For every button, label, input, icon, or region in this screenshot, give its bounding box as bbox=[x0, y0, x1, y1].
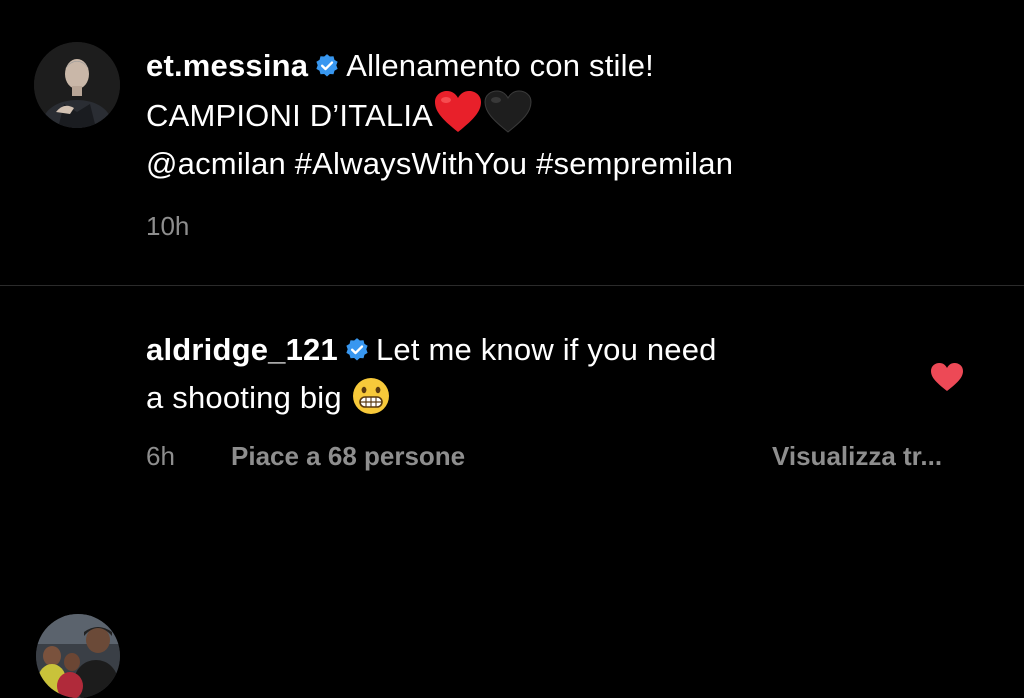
post-caption-line2: CAMPIONI D’ITALIA bbox=[146, 98, 434, 133]
verified-badge-icon bbox=[346, 338, 368, 361]
verified-badge-icon bbox=[316, 54, 338, 77]
avatar-portrait-image bbox=[34, 42, 120, 128]
avatar-aldridge-121[interactable] bbox=[36, 614, 120, 698]
post-caption-line1: Allenamento con stile! bbox=[346, 48, 654, 83]
comment-row: aldridge_121 Let me know if you need a sh… bbox=[0, 286, 1024, 698]
see-translation-link[interactable]: Visualizza tr... bbox=[772, 441, 942, 472]
avatar-et-messina[interactable] bbox=[34, 42, 120, 128]
comment-timestamp: 6h bbox=[146, 441, 175, 471]
post-caption: et.messina Allenamento con stile! CAMPION… bbox=[146, 42, 976, 188]
like-heart-icon[interactable] bbox=[930, 362, 964, 392]
comment-username[interactable]: aldridge_121 bbox=[146, 332, 338, 367]
post-caption-hashtags[interactable]: @acmilan #AlwaysWithYou #sempremilan bbox=[146, 146, 733, 181]
red-heart-icon bbox=[435, 91, 482, 132]
post-username[interactable]: et.messina bbox=[146, 48, 308, 83]
black-heart-icon bbox=[484, 90, 532, 133]
post-caption-block: et.messina Allenamento con stile! CAMPION… bbox=[0, 0, 1024, 285]
comment-likes-link[interactable]: Piace a 68 persone bbox=[231, 441, 465, 472]
comment-text-line2: a shooting big bbox=[146, 380, 342, 415]
grimacing-face-icon bbox=[352, 378, 389, 414]
avatar-group-photo-image bbox=[36, 614, 120, 698]
comment-text-line1: Let me know if you need bbox=[375, 332, 717, 367]
post-timestamp: 10h bbox=[146, 211, 190, 241]
comment-text: aldridge_121 Let me know if you need a sh… bbox=[146, 326, 906, 422]
